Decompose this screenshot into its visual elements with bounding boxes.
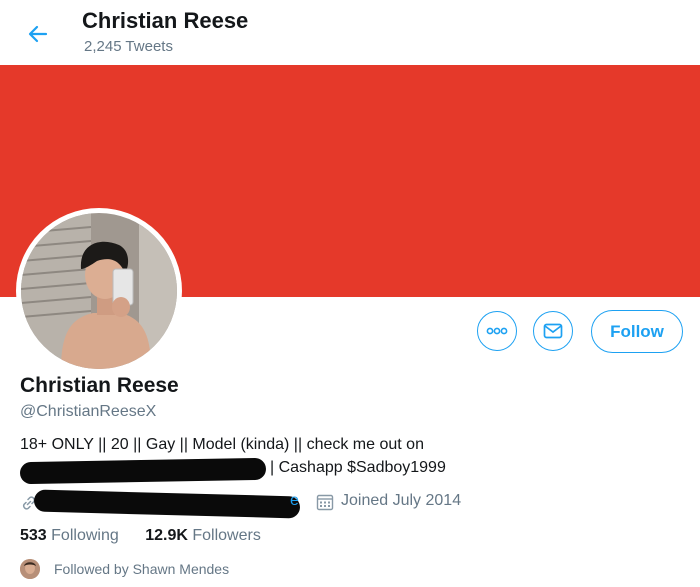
bio-text-line2: | Cashapp $Sadboy1999 (19, 457, 480, 485)
following-stat[interactable]: 533 Following (20, 527, 119, 545)
header-name: Christian Reese (82, 8, 249, 33)
follower-avatar (20, 559, 40, 579)
profile-avatar[interactable] (16, 208, 182, 374)
followers-label: Followers (192, 527, 261, 544)
arrow-left-icon (28, 25, 48, 43)
tweet-count: 2,245 Tweets (84, 38, 173, 55)
following-label: Following (51, 527, 119, 544)
more-button[interactable] (477, 311, 517, 351)
display-name: Christian Reese (20, 374, 179, 397)
more-horizontal-icon (486, 327, 508, 335)
following-count: 533 (20, 527, 47, 544)
follow-button[interactable]: Follow (591, 310, 683, 353)
followed-by-text: Followed by Shawn Mendes (54, 561, 230, 577)
calendar-icon (316, 494, 334, 511)
back-button[interactable] (24, 20, 52, 48)
mail-icon (543, 323, 563, 339)
profile-meta: e Joined July 2014 (20, 489, 480, 519)
profile-header: Christian Reese 2,245 Tweets (0, 0, 700, 64)
follow-stats: 533 Following 12.9K Followers (20, 527, 261, 545)
avatar-photo (21, 213, 177, 369)
joined-date: Joined July 2014 (341, 492, 462, 509)
bio-cashapp-text: | Cashapp $Sadboy1999 (270, 459, 446, 476)
user-handle: @ChristianReeseX (20, 403, 157, 420)
followers-count: 12.9K (145, 527, 188, 544)
redaction-mark (33, 489, 301, 519)
redaction-mark (19, 457, 267, 485)
bio-text-line1: 18+ ONLY || 20 || Gay || Model (kinda) |… (20, 436, 424, 453)
followers-stat[interactable]: 12.9K Followers (145, 527, 261, 545)
profile-url-link[interactable]: e (290, 492, 299, 510)
message-button[interactable] (533, 311, 573, 351)
